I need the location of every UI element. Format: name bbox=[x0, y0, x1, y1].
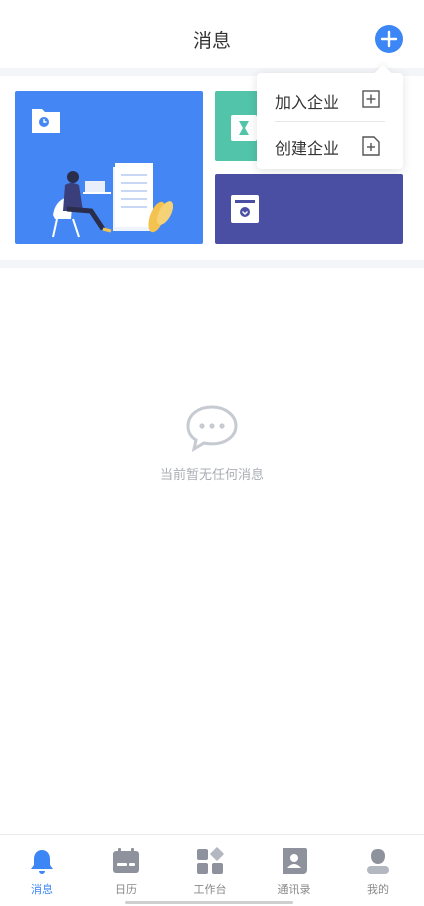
chat-bubble-icon bbox=[186, 405, 238, 452]
empty-state: 当前暂无任何消息 bbox=[0, 404, 424, 483]
tab-calendar[interactable]: 日历 bbox=[84, 835, 168, 897]
bottom-tab-bar: 消息 日历 工作台 通讯录 我的 bbox=[0, 834, 424, 906]
divider-band bbox=[0, 260, 424, 268]
archive-box-icon bbox=[231, 195, 259, 223]
tab-label: 通讯录 bbox=[277, 883, 311, 896]
tab-me[interactable]: 我的 bbox=[336, 835, 420, 897]
calendar-icon bbox=[113, 848, 139, 873]
folder-clock-icon bbox=[32, 109, 60, 133]
join-company-item[interactable]: 加入企业 bbox=[257, 75, 403, 121]
worker-illustration bbox=[52, 163, 173, 238]
file-plus-icon bbox=[362, 136, 380, 156]
empty-state-text: 当前暂无任何消息 bbox=[159, 468, 264, 483]
plus-square-icon bbox=[362, 90, 380, 108]
tab-label: 工作台 bbox=[193, 883, 227, 896]
main-card[interactable] bbox=[15, 91, 203, 244]
add-button[interactable] bbox=[375, 25, 403, 53]
tab-label: 消息 bbox=[31, 883, 53, 896]
tab-workbench[interactable]: 工作台 bbox=[168, 835, 252, 897]
header: 消息 bbox=[0, 0, 424, 68]
home-indicator bbox=[125, 901, 293, 904]
tab-contacts[interactable]: 通讯录 bbox=[252, 835, 336, 897]
menu-item-label: 加入企业 bbox=[275, 93, 340, 112]
user-icon bbox=[367, 849, 389, 874]
tab-messages[interactable]: 消息 bbox=[0, 835, 84, 897]
page-title: 消息 bbox=[192, 30, 231, 52]
plus-circle-icon bbox=[380, 30, 398, 48]
indigo-card[interactable] bbox=[215, 174, 403, 244]
grid-icon bbox=[197, 847, 224, 874]
tab-label: 日历 bbox=[115, 883, 137, 896]
create-company-item[interactable]: 创建企业 bbox=[257, 121, 403, 167]
add-dropdown-menu: 加入企业 创建企业 bbox=[257, 64, 403, 169]
menu-item-label: 创建企业 bbox=[275, 139, 340, 158]
contacts-icon bbox=[283, 848, 307, 874]
bell-icon bbox=[31, 850, 53, 874]
tab-label: 我的 bbox=[367, 883, 389, 896]
hourglass-icon bbox=[231, 115, 257, 141]
